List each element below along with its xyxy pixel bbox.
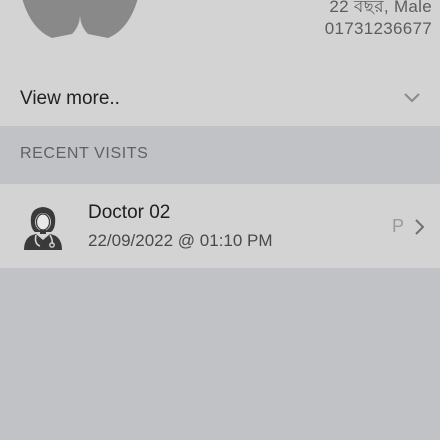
avatar [0,0,160,50]
female-doctor-icon [24,207,62,250]
patient-profile-card: 22 বছর, Male 01731236677 View more.. [0,0,440,126]
visit-list-item[interactable]: Doctor 02 22/09/2022 @ 01:10 PM P [0,184,440,268]
avatar-placeholder-icon [22,0,138,38]
view-more-label: View more.. [20,88,120,109]
doctor-name: Doctor 02 [88,202,171,223]
visit-datetime: 22/09/2022 @ 01:10 PM [88,231,273,250]
status-badge: P [391,216,404,236]
recent-visits-header: RECENT VISITS [0,126,440,184]
chevron-right-icon [415,219,424,235]
view-more-button[interactable]: View more.. [0,72,440,124]
section-title: RECENT VISITS [20,145,149,162]
chevron-down-icon [404,93,420,103]
phone-number-text: 01731236677 [324,19,432,38]
